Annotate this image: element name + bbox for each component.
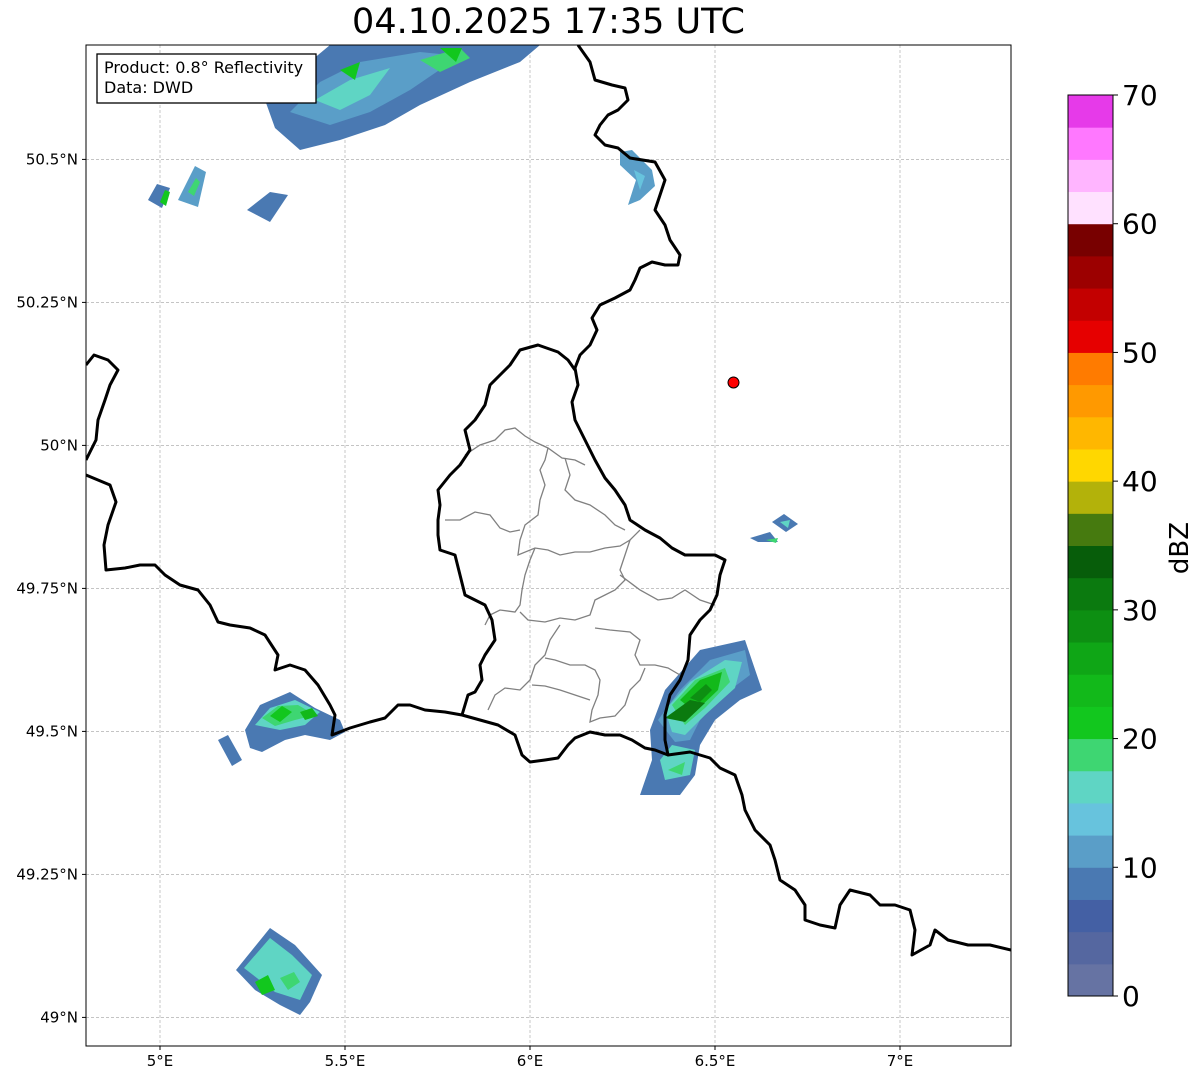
colorbar-cell [1068, 288, 1113, 321]
colorbar-cell [1068, 674, 1113, 707]
colorbar-cell [1068, 963, 1113, 997]
colorbar-cell [1068, 159, 1113, 193]
colorbar: 0 10 20 30 40 50 60 70 dBZ [1067, 79, 1195, 1013]
colorbar-cell [1068, 835, 1113, 868]
colorbar-ticks: 0 10 20 30 40 50 60 70 [1113, 79, 1158, 1013]
colorbar-tick-label: 70 [1122, 79, 1158, 112]
colorbar-cell [1068, 416, 1113, 450]
colorbar-tick-label: 60 [1122, 208, 1158, 241]
colorbar-tick-label: 20 [1122, 723, 1158, 756]
colorbar-cell [1068, 481, 1113, 514]
colorbar-cell [1068, 770, 1113, 804]
colorbar-cell [1068, 642, 1113, 675]
colorbar-cell [1068, 223, 1113, 257]
colorbar-tick-label: 10 [1122, 851, 1158, 884]
colorbar-tick-label: 50 [1122, 336, 1158, 369]
colorbar-tick-label: 40 [1122, 465, 1158, 498]
colorbar-cell [1068, 513, 1113, 546]
colorbar-cell [1068, 931, 1113, 965]
colorbar-label: dBZ [1165, 522, 1195, 574]
page-title: 04.10.2025 17:35 UTC [352, 2, 745, 42]
colorbar-cell [1068, 127, 1113, 160]
colorbar-cell [1068, 802, 1113, 836]
colorbar-cell [1068, 384, 1113, 418]
colorbar-cell [1068, 706, 1113, 740]
colorbar-cell [1068, 191, 1113, 225]
colorbar-cell [1068, 320, 1113, 353]
colorbar-tick-label: 0 [1122, 980, 1140, 1013]
colorbar-cell [1068, 255, 1113, 289]
colorbar-cell [1068, 899, 1113, 933]
colorbar-cell [1068, 738, 1113, 772]
colorbar-cell [1068, 609, 1113, 643]
colorbar-cell [1068, 867, 1113, 900]
colorbar-cell [1068, 95, 1113, 128]
colorbar-cells [1068, 95, 1113, 997]
colorbar-cell [1068, 577, 1113, 611]
colorbar-cell [1068, 448, 1113, 482]
colorbar-cell [1068, 545, 1113, 579]
colorbar-cell [1068, 352, 1113, 386]
colorbar-tick-label: 30 [1122, 594, 1158, 627]
